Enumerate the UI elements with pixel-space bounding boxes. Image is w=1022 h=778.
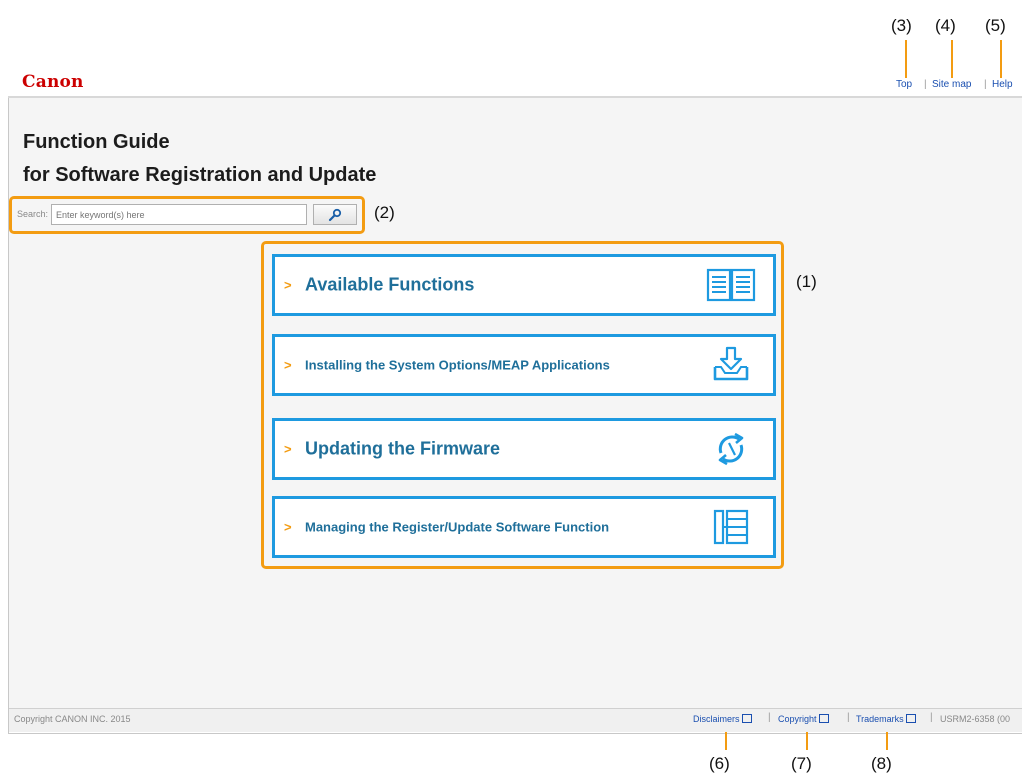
marker-1: (1) <box>796 272 817 291</box>
canon-logo[interactable]: Canon <box>22 72 84 92</box>
copyright-text: Copyright CANON INC. 2015 <box>14 714 131 724</box>
card-label: Updating the Firmware <box>305 438 501 459</box>
search-callout-box <box>9 196 365 234</box>
open-book-icon <box>706 268 756 302</box>
link-separator: | <box>930 712 933 723</box>
external-window-icon <box>905 714 916 723</box>
link-separator: | <box>924 79 927 90</box>
external-window-icon <box>741 714 752 723</box>
marker-6: (6) <box>709 754 730 773</box>
marker-5-line <box>1000 40 1002 78</box>
help-link[interactable]: Help <box>992 79 1013 90</box>
list-panel-icon <box>713 509 749 545</box>
marker-4: (4) <box>935 16 956 35</box>
link-separator: | <box>847 712 850 723</box>
top-bar <box>8 62 1022 98</box>
available-functions-card[interactable]: > Available Functions <box>272 254 776 316</box>
marker-3-line <box>905 40 907 78</box>
page-subtitle: for Software Registration and Update <box>23 164 377 186</box>
download-tray-icon <box>713 346 749 381</box>
chevron-right-icon: > <box>284 357 292 373</box>
link-separator: | <box>768 712 771 723</box>
chevron-right-icon: > <box>284 519 292 535</box>
top-link[interactable]: Top <box>896 79 912 90</box>
marker-2: (2) <box>374 203 395 222</box>
card-label: Available Functions <box>305 274 475 295</box>
install-options-card[interactable]: > Installing the System Options/MEAP App… <box>272 334 776 396</box>
marker-3: (3) <box>891 16 912 35</box>
document-id: USRM2-6358 (00 <box>940 714 1011 724</box>
copyright-link[interactable]: Copyright <box>778 714 829 724</box>
page-title: Function Guide <box>23 131 170 153</box>
marker-5: (5) <box>985 16 1006 35</box>
refresh-arrows-icon <box>718 432 744 466</box>
card-label: Installing the System Options/MEAP Appli… <box>305 357 610 373</box>
link-separator: | <box>984 79 987 90</box>
external-window-icon <box>818 714 829 723</box>
marker-4-line <box>951 40 953 78</box>
trademarks-link[interactable]: Trademarks <box>856 714 916 724</box>
card-label: Managing the Register/Update Software Fu… <box>305 519 610 535</box>
site-map-link[interactable]: Site map <box>932 79 971 90</box>
disclaimers-link[interactable]: Disclaimers <box>693 714 752 724</box>
manage-function-card[interactable]: > Managing the Register/Update Software … <box>272 496 776 558</box>
chevron-right-icon: > <box>284 441 292 457</box>
update-firmware-card[interactable]: > Updating the Firmware <box>272 418 776 480</box>
chevron-right-icon: > <box>284 277 292 293</box>
marker-7: (7) <box>791 754 812 773</box>
marker-8: (8) <box>871 754 892 773</box>
